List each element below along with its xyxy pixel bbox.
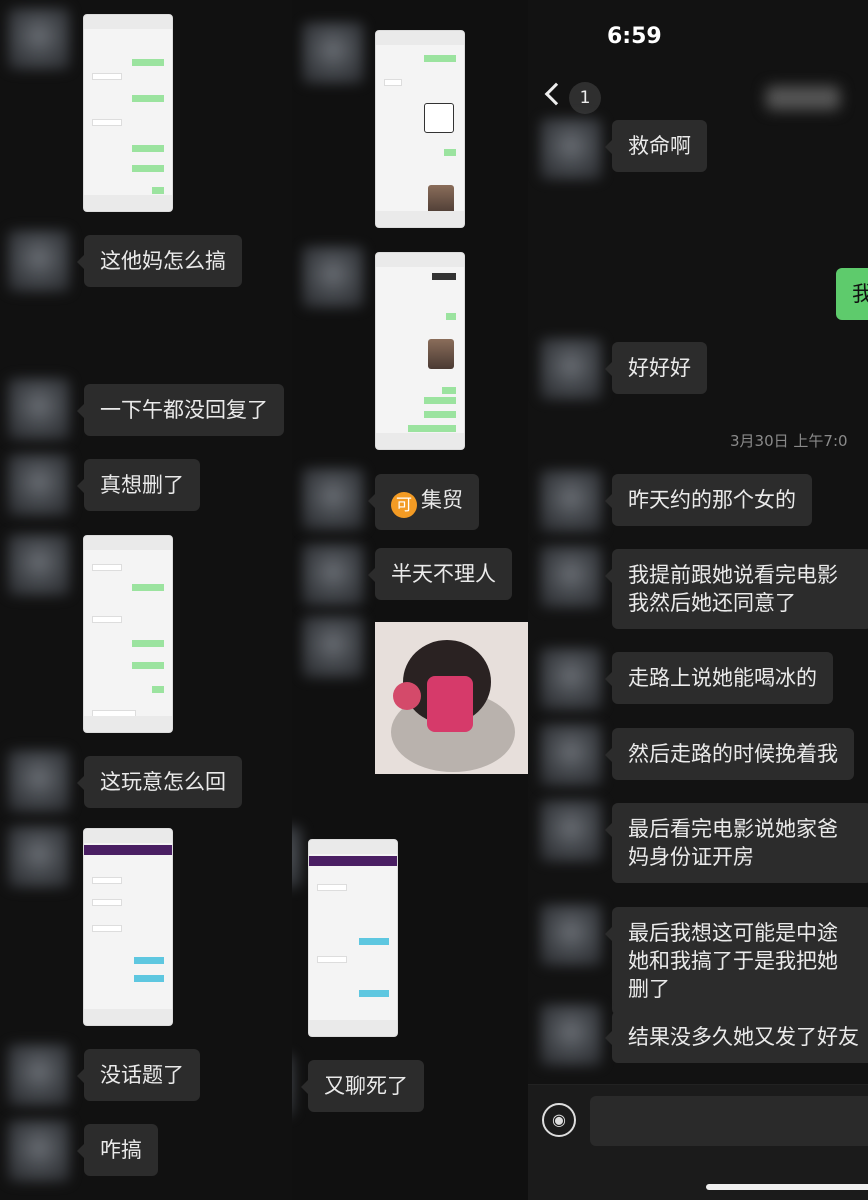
message-bubble[interactable]: 没话题了 bbox=[77, 1049, 200, 1101]
message-bubble[interactable]: 真想删了 bbox=[77, 459, 200, 511]
message-bubble[interactable]: 半天不理人 bbox=[368, 548, 512, 600]
card-label: 集贸 bbox=[421, 488, 463, 512]
message-bubble[interactable]: 又聊死了 bbox=[301, 1060, 424, 1112]
avatar bbox=[302, 616, 364, 678]
screenshot-thumbnail[interactable] bbox=[308, 839, 398, 1037]
message-bubble[interactable]: 走路上说她能喝冰的 bbox=[605, 652, 833, 704]
screenshot-thumbnail[interactable] bbox=[83, 14, 173, 212]
avatar bbox=[8, 750, 70, 812]
chevron-left-icon[interactable] bbox=[544, 82, 568, 106]
sent-message-bubble[interactable]: 我 bbox=[836, 268, 868, 320]
message-bubble[interactable]: 一下午都没回复了 bbox=[77, 384, 284, 436]
sticker-drawing bbox=[375, 622, 529, 774]
avatar bbox=[540, 338, 602, 400]
avatar bbox=[8, 826, 70, 888]
message-bubble[interactable]: 救命啊 bbox=[605, 120, 707, 172]
timestamp: 3月30日 上午7:0 bbox=[730, 432, 848, 450]
home-indicator[interactable] bbox=[706, 1184, 868, 1190]
avatar bbox=[8, 378, 70, 440]
avatar bbox=[540, 800, 602, 862]
chat-title-blurred bbox=[766, 86, 840, 110]
screenshot-thumbnail[interactable] bbox=[375, 252, 465, 450]
unread-count-badge[interactable]: 1 bbox=[569, 82, 601, 114]
message-input[interactable] bbox=[590, 1096, 868, 1146]
sticker-image[interactable] bbox=[375, 622, 529, 774]
avatar bbox=[540, 470, 602, 532]
avatar bbox=[292, 826, 302, 888]
avatar bbox=[8, 1120, 70, 1182]
avatar bbox=[540, 724, 602, 786]
avatar bbox=[540, 1004, 602, 1066]
avatar bbox=[292, 1054, 294, 1116]
screenshot-thumbnail[interactable] bbox=[375, 30, 465, 228]
message-bubble[interactable]: 这他妈怎么搞 bbox=[77, 235, 242, 287]
message-bubble[interactable]: 这玩意怎么回 bbox=[77, 756, 242, 808]
message-bubble[interactable]: 我提前跟她说看完电影我然后她还同意了 bbox=[605, 549, 868, 629]
left-chat-screenshot: 这他妈怎么搞 一下午都没回复了 真想删了 这玩意怎么回 没话题了 咋搞 bbox=[0, 0, 300, 1200]
status-time: 6:59 bbox=[607, 24, 662, 49]
message-bubble[interactable]: 昨天约的那个女的 bbox=[605, 474, 812, 526]
avatar bbox=[8, 454, 70, 516]
avatar bbox=[540, 904, 602, 966]
avatar bbox=[302, 22, 364, 84]
avatar bbox=[302, 468, 364, 530]
avatar bbox=[302, 544, 364, 606]
message-bubble[interactable]: 咋搞 bbox=[77, 1124, 158, 1176]
avatar bbox=[8, 534, 70, 596]
avatar bbox=[540, 546, 602, 608]
right-chat-screenshot: 6:59 1 救命啊 我 好好好 3月30日 上午7:0 昨天约的那个女的 我提… bbox=[528, 0, 868, 1200]
avatar bbox=[8, 1044, 70, 1106]
mini-program-card[interactable]: 可集贸 bbox=[368, 474, 479, 530]
screenshot-thumbnail[interactable] bbox=[83, 828, 173, 1026]
message-bubble[interactable]: 最后看完电影说她家爸妈身份证开房 bbox=[605, 803, 868, 883]
message-bubble[interactable]: 最后我想这可能是中途她和我搞了于是我把她删了 bbox=[605, 907, 868, 1015]
avatar bbox=[8, 230, 70, 292]
avatar bbox=[540, 118, 602, 180]
message-bubble[interactable]: 结果没多久她又发了好友 bbox=[605, 1011, 868, 1063]
message-bubble[interactable]: 然后走路的时候挽着我 bbox=[605, 728, 854, 780]
app-badge-icon: 可 bbox=[391, 492, 417, 518]
avatar bbox=[302, 246, 364, 308]
avatar bbox=[540, 648, 602, 710]
message-bubble[interactable]: 好好好 bbox=[605, 342, 707, 394]
avatar bbox=[8, 8, 70, 70]
voice-input-icon[interactable]: ◉ bbox=[542, 1103, 576, 1137]
middle-chat-screenshot: 可集贸 半天不理人 下 又聊死了 bbox=[292, 0, 537, 1200]
screenshot-thumbnail[interactable] bbox=[83, 535, 173, 733]
